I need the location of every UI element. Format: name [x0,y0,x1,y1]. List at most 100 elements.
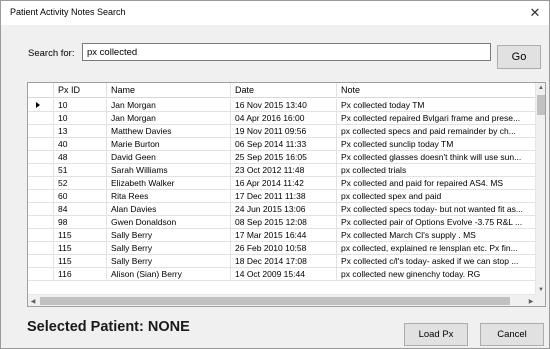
cell-name[interactable]: Gwen Donaldson [107,216,231,229]
cell-date[interactable]: 06 Sep 2014 11:33 [231,138,337,151]
horizontal-scrollbar[interactable]: ◀ ▶ [28,294,536,306]
row-selector[interactable] [28,229,54,242]
cell-pxid[interactable]: 52 [54,177,107,190]
cell-note[interactable]: px collected spex and paid [337,190,536,203]
vertical-scrollbar[interactable]: ▲ ▼ [535,83,545,295]
cell-pxid[interactable]: 48 [54,151,107,164]
cell-note[interactable]: px collected, explained re lensplan etc.… [337,242,536,255]
column-header-date[interactable]: Date [231,83,337,98]
cell-date[interactable]: 17 Mar 2015 16:44 [231,229,337,242]
cell-note[interactable]: Px collected today TM [337,99,536,112]
cell-date[interactable]: 08 Sep 2015 12:08 [231,216,337,229]
table-row[interactable]: 115 Sally Berry 18 Dec 2014 17:08 Px collec… [28,255,536,268]
cell-note[interactable]: Px collected c/l's today- asked if we ca… [337,255,536,268]
table-row[interactable]: 84 Alan Davies 24 Jun 2015 13:06 Px collect… [28,203,536,216]
cell-name[interactable]: Alison (Sian) Berry [107,268,231,281]
cell-date[interactable]: 23 Oct 2012 11:48 [231,164,337,177]
scroll-up-icon[interactable]: ▲ [536,83,545,93]
load-px-button[interactable]: Load Px [404,323,468,346]
cell-name[interactable]: Elizabeth Walker [107,177,231,190]
cell-pxid[interactable]: 51 [54,164,107,177]
cell-name[interactable]: Jan Morgan [107,112,231,125]
cell-date[interactable]: 24 Jun 2015 13:06 [231,203,337,216]
column-header-name[interactable]: Name [107,83,231,98]
row-selector[interactable] [28,255,54,268]
table-row[interactable]: 48 David Geen 25 Sep 2015 16:05 Px collecte… [28,151,536,164]
cell-pxid[interactable]: 115 [54,229,107,242]
cell-pxid[interactable]: 40 [54,138,107,151]
cell-date[interactable]: 26 Feb 2010 10:58 [231,242,337,255]
cell-pxid[interactable]: 13 [54,125,107,138]
cell-date[interactable]: 16 Nov 2015 13:40 [231,99,337,112]
cell-date[interactable]: 25 Sep 2015 16:05 [231,151,337,164]
table-row[interactable]: 10 Jan Morgan 16 Nov 2015 13:40 Px collecte… [28,99,536,112]
cell-pxid[interactable]: 116 [54,268,107,281]
cell-pxid[interactable]: 10 [54,99,107,112]
cell-name[interactable]: Sally Berry [107,229,231,242]
cell-pxid[interactable]: 115 [54,242,107,255]
cell-note[interactable]: Px collected March Cl's supply . MS [337,229,536,242]
table-row[interactable]: 10 Jan Morgan 04 Apr 2016 16:00 Px collecte… [28,112,536,125]
table-row[interactable]: 51 Sarah Williams 23 Oct 2012 11:48 px coll… [28,164,536,177]
table-row[interactable]: 115 Sally Berry 17 Mar 2015 16:44 Px collec… [28,229,536,242]
cell-note[interactable]: px collected specs and paid remainder by… [337,125,536,138]
row-selector[interactable] [28,99,54,112]
table-row[interactable]: 13 Matthew Davies 19 Nov 2011 09:56 px coll… [28,125,536,138]
search-input[interactable] [82,43,491,61]
table-row[interactable]: 60 Rita Rees 17 Dec 2011 11:38 px collected… [28,190,536,203]
cell-note[interactable]: Px collected sunclip today TM [337,138,536,151]
table-row[interactable]: 116 Alison (Sian) Berry 14 Oct 2009 15:44 … [28,268,536,281]
row-selector[interactable] [28,190,54,203]
row-selector[interactable] [28,216,54,229]
cell-note[interactable]: Px collected repaired Bvlgari frame and … [337,112,536,125]
cell-note[interactable]: Px collected pair of Options Evolve -3.7… [337,216,536,229]
column-header-pxid[interactable]: Px ID [54,83,107,98]
cell-date[interactable]: 17 Dec 2011 11:38 [231,190,337,203]
vertical-scroll-thumb[interactable] [537,95,545,115]
cell-date[interactable]: 19 Nov 2011 09:56 [231,125,337,138]
cell-pxid[interactable]: 115 [54,255,107,268]
cell-name[interactable]: Rita Rees [107,190,231,203]
table-row[interactable]: 98 Gwen Donaldson 08 Sep 2015 12:08 Px coll… [28,216,536,229]
cell-name[interactable]: Alan Davies [107,203,231,216]
cell-date[interactable]: 16 Apr 2014 11:42 [231,177,337,190]
go-button[interactable]: Go [497,45,541,69]
cell-name[interactable]: David Geen [107,151,231,164]
cell-date[interactable]: 18 Dec 2014 17:08 [231,255,337,268]
scroll-left-icon[interactable]: ◀ [28,296,38,306]
row-selector[interactable] [28,138,54,151]
cell-note[interactable]: Px collected specs today- but not wanted… [337,203,536,216]
cell-name[interactable]: Sally Berry [107,255,231,268]
row-selector[interactable] [28,242,54,255]
cell-pxid[interactable]: 10 [54,112,107,125]
cell-date[interactable]: 04 Apr 2016 16:00 [231,112,337,125]
row-selector[interactable] [28,125,54,138]
close-icon[interactable]: ✕ [521,1,549,25]
table-row[interactable]: 115 Sally Berry 26 Feb 2010 10:58 px colle… [28,242,536,255]
cell-name[interactable]: Marie Burton [107,138,231,151]
cell-name[interactable]: Jan Morgan [107,99,231,112]
table-row[interactable]: 52 Elizabeth Walker 16 Apr 2014 11:42 Px co… [28,177,536,190]
horizontal-scroll-thumb[interactable] [40,297,510,305]
cell-pxid[interactable]: 84 [54,203,107,216]
column-header-note[interactable]: Note [337,83,536,98]
cell-note[interactable]: px collected trials [337,164,536,177]
table-row[interactable]: 40 Marie Burton 06 Sep 2014 11:33 Px collec… [28,138,536,151]
row-selector[interactable] [28,268,54,281]
cell-name[interactable]: Sarah Williams [107,164,231,177]
row-selector[interactable] [28,151,54,164]
row-selector[interactable] [28,112,54,125]
cell-note[interactable]: Px collected glasses doesn't think will … [337,151,536,164]
results-grid[interactable]: Px ID Name Date Note 10 Jan Morgan 16 Nov … [27,82,546,307]
cell-pxid[interactable]: 60 [54,190,107,203]
cancel-button[interactable]: Cancel [480,323,544,346]
row-selector[interactable] [28,164,54,177]
cell-name[interactable]: Sally Berry [107,242,231,255]
cell-note[interactable]: Px collected and paid for repaired AS4. … [337,177,536,190]
cell-date[interactable]: 14 Oct 2009 15:44 [231,268,337,281]
cell-pxid[interactable]: 98 [54,216,107,229]
row-selector[interactable] [28,177,54,190]
cell-note[interactable]: px collected new ginenchy today. RG [337,268,536,281]
row-selector[interactable] [28,203,54,216]
cell-name[interactable]: Matthew Davies [107,125,231,138]
